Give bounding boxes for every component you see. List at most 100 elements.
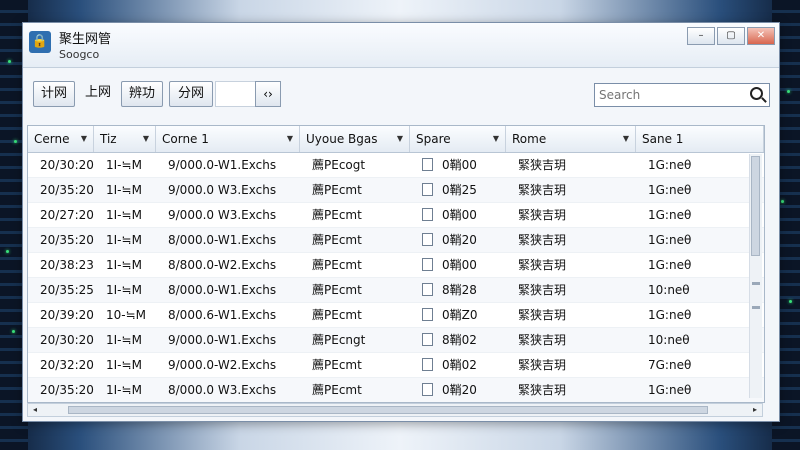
sort-arrow-icon[interactable]: ▼ <box>493 126 499 152</box>
toolbar-blank-field[interactable] <box>215 81 256 107</box>
table-row[interactable]: 20/35:20 1I-≒M 8/000.0-W1.Exchs 薦PEcmt 0鞘20 緊… <box>28 228 764 253</box>
toolbar-button-2[interactable]: 上网 <box>85 81 111 105</box>
scroll-left-arrow-icon[interactable]: ◂ <box>28 404 42 416</box>
document-icon <box>422 183 433 196</box>
search-input[interactable] <box>595 85 743 105</box>
column-header-1[interactable]: Cerne ▼ <box>28 126 94 152</box>
cell-text: 1I-≒M <box>106 333 142 347</box>
table-cell: 薦PEcmt <box>300 303 410 327</box>
app-icon: 🔒 <box>29 31 51 53</box>
table-row[interactable]: 20/30:20 1I-≒M 9/000.0-W1.Exchs 薦PEcogt 0鞘00… <box>28 153 764 178</box>
search-icon[interactable] <box>750 87 763 100</box>
cell-text: 1I-≒M <box>106 158 142 172</box>
table-cell: 緊狭吉玥 <box>506 178 636 202</box>
table-row[interactable]: 20/35:25 1I-≒M 8/000.0-W1.Exchs 薦PEcmt 8鞘28 緊… <box>28 278 764 303</box>
column-header-2[interactable]: Tiz ▼ <box>94 126 156 152</box>
column-header-4[interactable]: Uyoue Bgas ▼ <box>300 126 410 152</box>
table-header: Cerne ▼ Tiz ▼ Corne 1 ▼ Uyoue Bgas ▼ Spare ▼ … <box>28 126 764 153</box>
document-icon <box>422 358 433 371</box>
table-cell: 8/800.0-W2.Exchs <box>156 253 300 277</box>
table-cell: 薦PEcmt <box>300 203 410 227</box>
cell-text: 薦PEcmt <box>312 208 362 222</box>
table-cell: 20/35:20 <box>28 378 94 402</box>
document-icon <box>422 283 433 296</box>
table-cell: 8/000.0-W1.Exchs <box>156 228 300 252</box>
cell-text: 9/000.0-W1.Exchs <box>168 333 277 347</box>
column-header-7[interactable]: Sane 1 <box>636 126 764 152</box>
cell-text: 0鞘25 <box>442 183 477 197</box>
table-cell: 薦PEcogt <box>300 153 410 177</box>
table-cell: 1I-≒M <box>94 253 156 277</box>
minimize-button[interactable]: – <box>687 27 715 45</box>
horizontal-scroll-thumb[interactable] <box>68 406 708 414</box>
column-header-3[interactable]: Corne 1 ▼ <box>156 126 300 152</box>
scroll-right-arrow-icon[interactable]: ▸ <box>748 404 762 416</box>
cell-text: 薦PEcogt <box>312 158 366 172</box>
table-cell: 緊狭吉玥 <box>506 203 636 227</box>
table-cell: 1I-≒M <box>94 153 156 177</box>
server-led <box>8 60 11 63</box>
cell-text: 8鞘28 <box>442 283 477 297</box>
sort-arrow-icon[interactable]: ▼ <box>623 126 629 152</box>
data-table: Cerne ▼ Tiz ▼ Corne 1 ▼ Uyoue Bgas ▼ Spare ▼ … <box>27 125 765 403</box>
table-cell: 1I-≒M <box>94 178 156 202</box>
table-row[interactable]: 20/30:20 1I-≒M 9/000.0-W1.Exchs 薦PEcngt 8鞘02… <box>28 328 764 353</box>
cell-text: 7G:neθ <box>648 358 692 372</box>
scroll-marker <box>752 306 760 309</box>
sort-arrow-icon[interactable]: ▼ <box>81 126 87 152</box>
toolbar-button-1[interactable]: 计网 <box>33 81 75 107</box>
table-cell: 1G:neθ <box>636 378 748 402</box>
maximize-button[interactable]: ▢ <box>717 27 745 45</box>
table-cell: 20/35:25 <box>28 278 94 302</box>
cell-text: 0鞘20 <box>442 383 477 397</box>
table-cell: 緊狭吉玥 <box>506 378 636 402</box>
document-icon <box>422 333 433 346</box>
table-row[interactable]: 20/38:23 1I-≒M 8/800.0-W2.Exchs 薦PEcmt 0鞘00 緊… <box>28 253 764 278</box>
sort-arrow-icon[interactable]: ▼ <box>287 126 293 152</box>
toolbar-arrow-button[interactable]: ‹› <box>255 81 281 107</box>
sort-arrow-icon[interactable]: ▼ <box>143 126 149 152</box>
table-cell: 20/35:20 <box>28 178 94 202</box>
cell-text: 10:neθ <box>648 333 690 347</box>
cell-text: 緊狭吉玥 <box>518 333 567 347</box>
table-cell: 20/30:20 <box>28 153 94 177</box>
table-row[interactable]: 20/35:20 1I-≒M 8/000.0 W3.Exchs 薦PEcmt 0鞘20 緊… <box>28 378 764 402</box>
table-cell: 9/000.0-W2.Exchs <box>156 353 300 377</box>
table-cell: 0鞘Z0 <box>410 303 506 327</box>
sort-arrow-icon[interactable]: ▼ <box>397 126 403 152</box>
table-cell: 20/30:20 <box>28 328 94 352</box>
cell-text: 9/000.0 W3.Exchs <box>168 208 277 222</box>
table-row[interactable]: 20/35:20 1I-≒M 9/000.0 W3.Exchs 薦PEcmt 0鞘25 緊… <box>28 178 764 203</box>
table-cell: 1G:neθ <box>636 153 748 177</box>
close-button[interactable]: ✕ <box>747 27 775 45</box>
cell-text: 20/30:20 <box>40 333 94 347</box>
cell-text: 9/000.0-W2.Exchs <box>168 358 277 372</box>
table-cell: 1G:neθ <box>636 303 748 327</box>
window-controls: – ▢ ✕ <box>687 27 775 45</box>
table-row[interactable]: 20/32:20 1I-≒M 9/000.0-W2.Exchs 薦PEcmt 0鞘02 緊… <box>28 353 764 378</box>
column-header-6[interactable]: Rome ▼ <box>506 126 636 152</box>
server-led <box>787 90 790 93</box>
cell-text: 緊狭吉玥 <box>518 283 567 297</box>
vertical-scrollbar[interactable] <box>749 154 762 398</box>
table-cell: 緊狭吉玥 <box>506 253 636 277</box>
cell-text: 8/000.6-W1.Exchs <box>168 308 277 322</box>
search-box[interactable] <box>594 83 770 107</box>
table-row[interactable]: 20/39:20 10-≒M 8/000.6-W1.Exchs 薦PEcmt 0鞘Z0 緊… <box>28 303 764 328</box>
window-subtitle: Soogco <box>59 48 100 61</box>
table-cell: 1I-≒M <box>94 378 156 402</box>
toolbar-button-4[interactable]: 分网 <box>169 81 213 107</box>
cell-text: 緊狭吉玥 <box>518 308 567 322</box>
document-icon <box>422 158 433 171</box>
horizontal-scrollbar[interactable]: ◂ ▸ <box>27 403 763 417</box>
cell-text: 20/32:20 <box>40 358 94 372</box>
column-header-5[interactable]: Spare ▼ <box>410 126 506 152</box>
cell-text: 8/000.0-W1.Exchs <box>168 283 277 297</box>
table-cell: 9/000.0-W1.Exchs <box>156 328 300 352</box>
toolbar-button-3[interactable]: 辨功 <box>121 81 163 107</box>
cell-text: 緊狭吉玥 <box>518 358 567 372</box>
table-cell: 1I-≒M <box>94 353 156 377</box>
table-row[interactable]: 20/27:20 1I-≒M 9/000.0 W3.Exchs 薦PEcmt 0鞘00 緊… <box>28 203 764 228</box>
vertical-scroll-thumb[interactable] <box>751 156 760 256</box>
cell-text: 8/000.0 W3.Exchs <box>168 383 277 397</box>
